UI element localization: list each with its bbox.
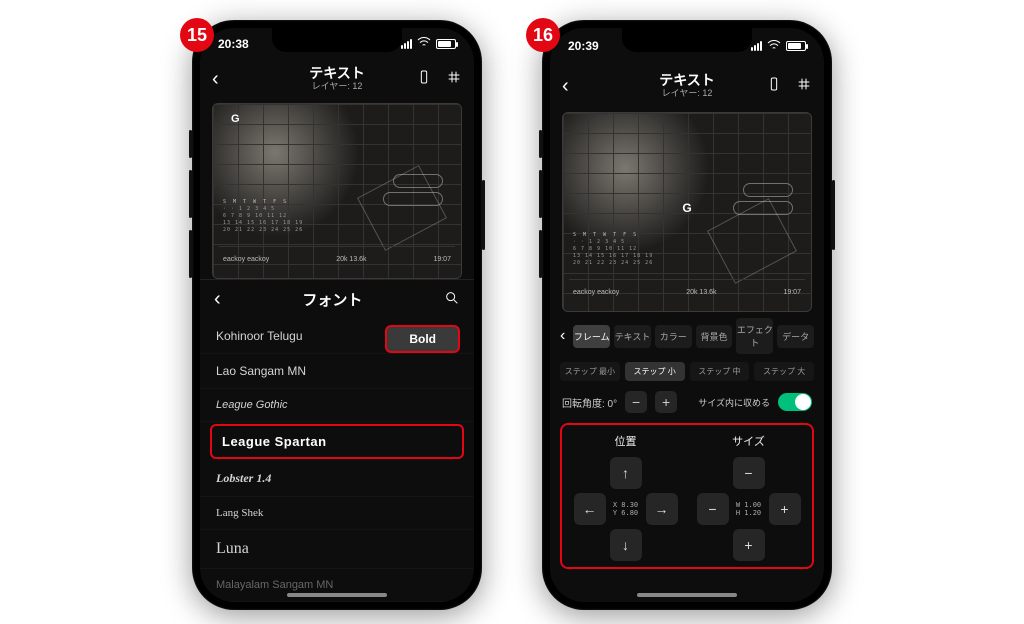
cellular-icon: [401, 39, 412, 49]
width-plus-button[interactable]: +: [769, 493, 801, 525]
back-button[interactable]: ‹: [212, 68, 219, 91]
page-title: テキスト レイヤー: 12: [659, 73, 715, 98]
tab-bgcolor[interactable]: 背景色: [696, 325, 733, 348]
height-minus-button[interactable]: −: [733, 457, 765, 489]
rotation-plus[interactable]: +: [655, 391, 677, 413]
status-icons: [751, 37, 806, 56]
pos-up-button[interactable]: ↑: [610, 457, 642, 489]
status-icons: [401, 34, 456, 53]
step-small[interactable]: ステップ 小: [625, 362, 685, 381]
home-indicator[interactable]: [287, 593, 387, 597]
clock: 20:39: [568, 39, 599, 53]
pos-right-button[interactable]: →: [646, 493, 678, 525]
tabs-back-button[interactable]: ‹: [560, 327, 569, 345]
battery-icon: [786, 41, 806, 51]
size-pad: − − W 1.00 H 1.20 + +: [689, 457, 808, 561]
step-large[interactable]: ステップ 大: [754, 362, 814, 381]
canvas-g-mark: G: [682, 201, 691, 215]
notch: [622, 28, 752, 52]
home-indicator[interactable]: [637, 593, 737, 597]
tab-data[interactable]: データ: [777, 325, 814, 348]
rotation-label: 回転角度: 0°: [562, 395, 617, 410]
size-header: サイズ: [689, 433, 808, 453]
wifi-icon: [766, 37, 782, 56]
font-row-lobster[interactable]: Lobster 1.4: [200, 461, 474, 497]
property-tabs: ‹ フレーム テキスト カラー 背景色 エフェクト データ: [550, 312, 824, 358]
canvas-mini-calendar: S M T W T F S · · 1 2 3 4 5 6 7 8 9 10 1…: [573, 232, 653, 267]
fit-in-size-toggle[interactable]: [778, 393, 812, 411]
step-min[interactable]: ステップ 最小: [560, 362, 620, 381]
phone-left: 20:38 ‹ テキスト レイヤー: 12: [192, 20, 482, 610]
rotation-minus[interactable]: −: [625, 391, 647, 413]
device-icon[interactable]: [416, 69, 432, 90]
pos-down-button[interactable]: ↓: [610, 529, 642, 561]
phone-right: 20:39 ‹ テキスト レイヤー: 12: [542, 20, 832, 610]
font-back-button[interactable]: ‹: [214, 288, 221, 311]
step-badge-16: 16: [526, 18, 560, 52]
canvas-g-mark: G: [231, 113, 240, 125]
font-panel: ‹ フォント Kohinoor Telugu Lao Sangam MN Lea…: [200, 279, 474, 602]
editor-canvas[interactable]: S M T W T F S · · 1 2 3 4 5 6 7 8 9 10 1…: [562, 112, 812, 312]
font-row-luna[interactable]: Luna: [200, 530, 474, 569]
grid-icon[interactable]: [796, 76, 812, 97]
position-header: 位置: [566, 433, 685, 453]
search-icon[interactable]: [444, 290, 460, 310]
position-dpad: ↑ ← X 8.30 Y 6.80 → ↓: [566, 457, 685, 561]
step-size-row: ステップ 最小 ステップ 小 ステップ 中 ステップ 大: [550, 358, 824, 385]
tab-color[interactable]: カラー: [655, 325, 692, 348]
font-panel-title: フォント: [302, 289, 362, 310]
clock: 20:38: [218, 37, 249, 51]
pos-left-button[interactable]: ←: [574, 493, 606, 525]
page-title: テキスト レイヤー: 12: [309, 66, 365, 91]
tab-frame[interactable]: フレーム: [573, 325, 610, 348]
nav-bar: ‹ テキスト レイヤー: 12: [200, 60, 474, 99]
font-row-league-spartan[interactable]: League Spartan: [210, 424, 464, 459]
device-icon[interactable]: [766, 76, 782, 97]
cellular-icon: [751, 41, 762, 51]
font-row-lao[interactable]: Lao Sangam MN: [200, 354, 474, 389]
position-readout: X 8.30 Y 6.80: [610, 493, 642, 525]
editor-canvas[interactable]: G S M T W T F S · · 1 2 3 4 5 6 7 8 9 10…: [212, 103, 462, 280]
notch: [272, 28, 402, 52]
tab-text[interactable]: テキスト: [614, 325, 651, 348]
canvas-mini-calendar: S M T W T F S · · 1 2 3 4 5 6 7 8 9 10 1…: [223, 199, 303, 234]
step-badge-15: 15: [180, 18, 214, 52]
height-plus-button[interactable]: +: [733, 529, 765, 561]
rotation-row: 回転角度: 0° − + サイズ内に収める: [550, 385, 824, 419]
width-minus-button[interactable]: −: [697, 493, 729, 525]
size-readout: W 1.00 H 1.20: [733, 493, 765, 525]
font-weight-chip[interactable]: Bold: [385, 325, 460, 353]
frame-control-panel: 位置 サイズ ↑ ← X 8.30 Y 6.80 → ↓: [560, 423, 814, 569]
fit-in-size-label: サイズ内に収める: [698, 396, 770, 409]
nav-bar: ‹ テキスト レイヤー: 12: [550, 64, 824, 108]
battery-icon: [436, 39, 456, 49]
back-button[interactable]: ‹: [562, 75, 569, 98]
wifi-icon: [416, 34, 432, 53]
tab-effect[interactable]: エフェクト: [736, 318, 773, 354]
font-row-lang-shek[interactable]: Lang Shek: [200, 497, 474, 530]
grid-icon[interactable]: [446, 69, 462, 90]
font-list[interactable]: Kohinoor Telugu Lao Sangam MN League Got…: [200, 319, 474, 602]
font-row-malayalam[interactable]: Malayalam Sangam MN: [200, 569, 474, 602]
font-row-league-gothic[interactable]: League Gothic: [200, 389, 474, 422]
step-mid[interactable]: ステップ 中: [690, 362, 750, 381]
